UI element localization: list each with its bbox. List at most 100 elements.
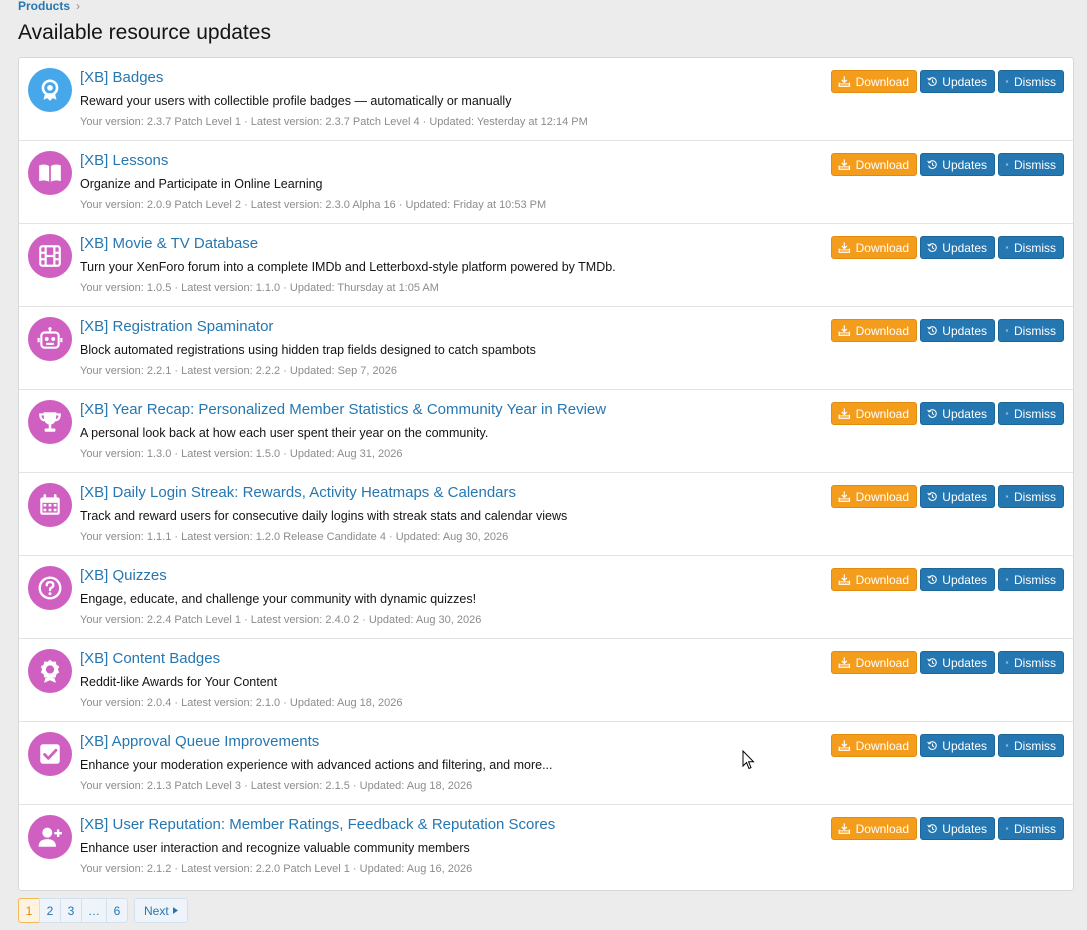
download-button-label: Download xyxy=(855,821,909,836)
next-page-label: Next xyxy=(144,903,169,918)
updates-button-label: Updates xyxy=(942,489,987,504)
download-button[interactable]: Download xyxy=(831,236,917,259)
updates-button[interactable]: Updates xyxy=(920,734,995,757)
resource-description: Engage, educate, and challenge your comm… xyxy=(80,592,477,606)
resource-description: Organize and Participate in Online Learn… xyxy=(80,177,323,191)
page-2-link[interactable]: 2 xyxy=(39,898,61,923)
updates-button[interactable]: Updates xyxy=(920,568,995,591)
updates-button[interactable]: Updates xyxy=(920,236,995,259)
download-button[interactable]: Download xyxy=(831,485,917,508)
download-button[interactable]: Download xyxy=(831,402,917,425)
updates-button[interactable]: Updates xyxy=(920,651,995,674)
trophy-icon xyxy=(39,412,61,432)
updates-button[interactable]: Updates xyxy=(920,70,995,93)
resource-update-list: [XB] Badges Reward your users with colle… xyxy=(18,57,1074,891)
resource-title-link[interactable]: [XB] Lessons xyxy=(80,152,168,169)
breadcrumb-products-link[interactable]: Products xyxy=(18,0,70,13)
resource-row: [XB] Movie & TV Database Turn your XenFo… xyxy=(19,224,1073,307)
resource-avatar[interactable] xyxy=(28,566,72,610)
download-button[interactable]: Download xyxy=(831,70,917,93)
resource-actions: Download Updates Dismiss xyxy=(831,153,1064,176)
resource-title-link[interactable]: [XB] Movie & TV Database xyxy=(80,235,258,252)
download-button[interactable]: Download xyxy=(831,734,917,757)
dismiss-button[interactable]: Dismiss xyxy=(998,153,1064,176)
page-3-link[interactable]: 3 xyxy=(60,898,82,923)
dismiss-button[interactable]: Dismiss xyxy=(998,651,1064,674)
dismiss-button-label: Dismiss xyxy=(1014,572,1056,587)
resource-actions: Download Updates Dismiss xyxy=(831,236,1064,259)
updates-button[interactable]: Updates xyxy=(920,319,995,342)
resource-version-info: Your version: 2.1.2 · Latest version: 2.… xyxy=(80,863,473,875)
resource-title-link[interactable]: [XB] Registration Spaminator xyxy=(80,318,273,335)
download-button[interactable]: Download xyxy=(831,817,917,840)
history-icon xyxy=(927,409,937,418)
dismiss-button[interactable]: Dismiss xyxy=(998,485,1064,508)
updates-button[interactable]: Updates xyxy=(920,153,995,176)
page-1-link[interactable]: 1 xyxy=(18,898,40,923)
updates-button[interactable]: Updates xyxy=(920,402,995,425)
history-icon xyxy=(927,326,937,335)
download-button[interactable]: Download xyxy=(831,319,917,342)
resource-title-link[interactable]: [XB] Daily Login Streak: Rewards, Activi… xyxy=(80,484,516,501)
next-page-button[interactable]: Next xyxy=(134,898,188,923)
resource-avatar[interactable] xyxy=(28,151,72,195)
resource-avatar[interactable] xyxy=(28,317,72,361)
resource-title-link[interactable]: [XB] Quizzes xyxy=(80,567,167,584)
resource-row: [XB] Lessons Organize and Participate in… xyxy=(19,141,1073,224)
history-icon xyxy=(927,658,937,667)
resource-title-link[interactable]: [XB] Year Recap: Personalized Member Sta… xyxy=(80,401,606,418)
close-icon xyxy=(1005,578,1009,581)
breadcrumb-separator: › xyxy=(76,0,81,13)
dismiss-button[interactable]: Dismiss xyxy=(998,734,1064,757)
resource-avatar[interactable] xyxy=(28,483,72,527)
resource-actions: Download Updates Dismiss xyxy=(831,568,1064,591)
dismiss-button[interactable]: Dismiss xyxy=(998,568,1064,591)
resource-version-info: Your version: 2.0.9 Patch Level 2 · Late… xyxy=(80,199,547,211)
resource-title-link[interactable]: [XB] User Reputation: Member Ratings, Fe… xyxy=(80,816,555,833)
resource-row: [XB] User Reputation: Member Ratings, Fe… xyxy=(19,805,1073,888)
dismiss-button[interactable]: Dismiss xyxy=(998,236,1064,259)
resource-description: A personal look back at how each user sp… xyxy=(80,426,489,440)
updates-button-label: Updates xyxy=(942,655,987,670)
dismiss-button[interactable]: Dismiss xyxy=(998,70,1064,93)
dismiss-button-label: Dismiss xyxy=(1014,489,1056,504)
resource-title-link[interactable]: [XB] Badges xyxy=(80,69,163,86)
resource-avatar[interactable] xyxy=(28,732,72,776)
resource-avatar[interactable] xyxy=(28,234,72,278)
dismiss-button-label: Dismiss xyxy=(1014,821,1056,836)
page-6-link[interactable]: 6 xyxy=(106,898,128,923)
resource-avatar[interactable] xyxy=(28,68,72,112)
updates-button[interactable]: Updates xyxy=(920,485,995,508)
dismiss-button-label: Dismiss xyxy=(1014,157,1056,172)
resource-title-link[interactable]: [XB] Content Badges xyxy=(80,650,220,667)
dismiss-button-label: Dismiss xyxy=(1014,240,1056,255)
resource-row: [XB] Registration Spaminator Block autom… xyxy=(19,307,1073,390)
resource-description: Reddit-like Awards for Your Content xyxy=(80,675,278,689)
download-button[interactable]: Download xyxy=(831,651,917,674)
download-icon xyxy=(838,574,851,585)
resource-avatar[interactable] xyxy=(28,400,72,444)
download-button[interactable]: Download xyxy=(831,153,917,176)
resource-description: Turn your XenForo forum into a complete … xyxy=(80,260,616,274)
dismiss-button[interactable]: Dismiss xyxy=(998,402,1064,425)
resource-row: [XB] Content Badges Reddit-like Awards f… xyxy=(19,639,1073,722)
resource-version-info: Your version: 2.2.4 Patch Level 1 · Late… xyxy=(80,614,482,626)
page-ellipsis-link[interactable]: … xyxy=(81,898,107,923)
history-icon xyxy=(927,575,937,584)
resource-avatar[interactable] xyxy=(28,815,72,859)
breadcrumb: Products › xyxy=(18,0,80,14)
close-icon xyxy=(1005,661,1009,664)
download-icon xyxy=(838,823,851,834)
dismiss-button-label: Dismiss xyxy=(1014,323,1056,338)
updates-button[interactable]: Updates xyxy=(920,817,995,840)
dismiss-button[interactable]: Dismiss xyxy=(998,817,1064,840)
download-button[interactable]: Download xyxy=(831,568,917,591)
dismiss-button-label: Dismiss xyxy=(1014,655,1056,670)
resource-version-info: Your version: 2.1.3 Patch Level 3 · Late… xyxy=(80,780,473,792)
resource-title-link[interactable]: [XB] Approval Queue Improvements xyxy=(80,733,319,750)
resource-avatar[interactable] xyxy=(28,649,72,693)
close-icon xyxy=(1005,246,1009,249)
checkbox-icon xyxy=(40,744,60,764)
dismiss-button[interactable]: Dismiss xyxy=(998,319,1064,342)
page-title: Available resource updates xyxy=(18,21,271,44)
